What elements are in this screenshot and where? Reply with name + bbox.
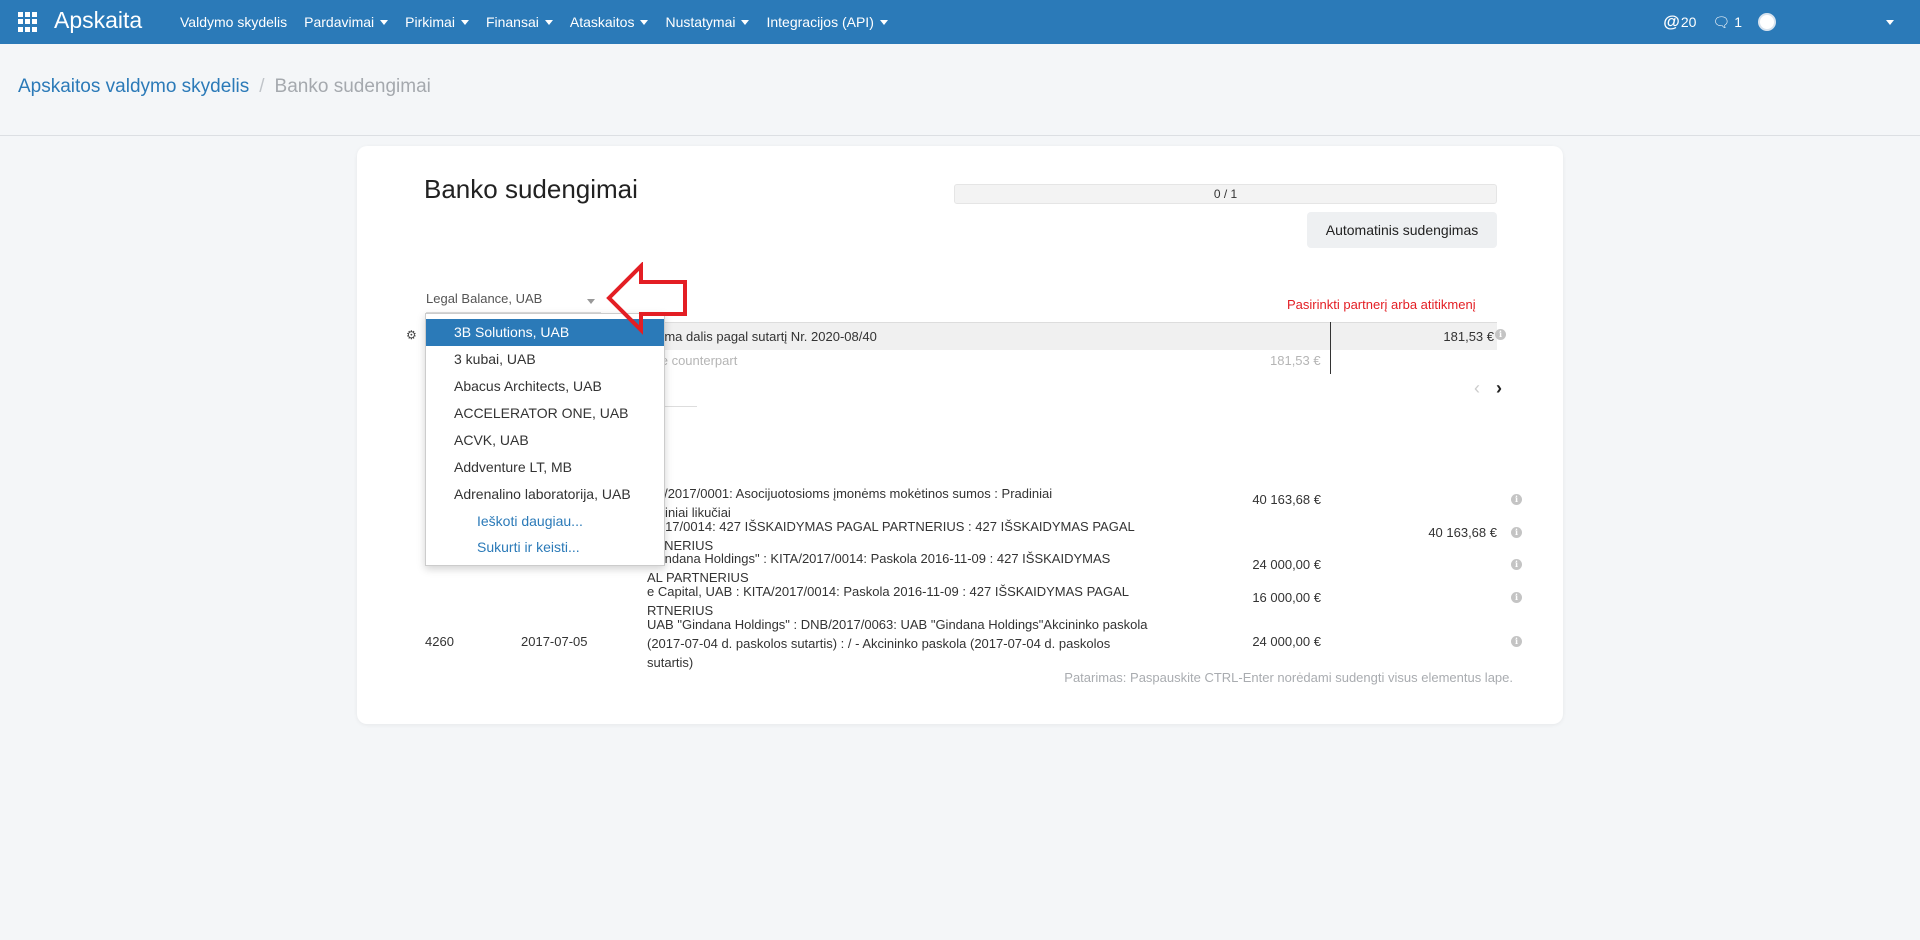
messages-button[interactable]: 🗨 1 xyxy=(1712,14,1742,31)
top-navbar: Apskaita Valdymo skydelis Pardavimai Pirki… xyxy=(0,0,1920,44)
row-debit: 16 000,00 € xyxy=(1252,590,1321,605)
partner-option[interactable]: ACVK, UAB xyxy=(426,427,664,454)
gear-icon[interactable]: ⚙ xyxy=(406,328,417,342)
partner-warning: Pasirinkti partnerį arba atitikmenį xyxy=(1287,297,1476,312)
avatar xyxy=(1758,13,1776,31)
auto-reconcile-button[interactable]: Automatinis sudengimas xyxy=(1307,212,1497,248)
page-title: Banko sudengimai xyxy=(424,174,638,204)
menu-item-ataskaitos[interactable]: Ataskaitos xyxy=(570,14,649,30)
menu-item-nustatymai[interactable]: Nustatymai xyxy=(665,14,750,30)
breadcrumb-bar: Apskaitos valdymo skydelis / Banko suden… xyxy=(0,44,1920,136)
messages-count: 1 xyxy=(1734,14,1742,30)
row-credit: 40 163,68 € xyxy=(1428,525,1497,540)
breadcrumb-dashboard-link[interactable]: Apskaitos valdymo skydelis xyxy=(18,76,249,98)
chevron-down-icon xyxy=(1886,20,1894,25)
info-icon[interactable]: i xyxy=(1495,329,1506,340)
menu-item-integracijos-api[interactable]: Integracijos (API) xyxy=(766,14,888,30)
menu-item-label: Finansai xyxy=(485,14,539,30)
info-icon[interactable]: i xyxy=(1511,636,1522,647)
menu-item-label: Pirkimai xyxy=(405,14,455,30)
partner-option[interactable]: 3 kubai, UAB xyxy=(426,346,664,373)
annotation-arrow-icon xyxy=(606,262,687,335)
row-description: UAB "Gindana Holdings" : DNB/2017/0063: … xyxy=(647,617,1148,670)
partner-select[interactable]: Legal Balance, UAB xyxy=(426,291,601,313)
row-id: 4260 xyxy=(425,634,454,649)
menu-item-label: Nustatymai xyxy=(665,14,736,30)
chat-icon: 🗨 xyxy=(1712,13,1731,30)
partner-dropdown: 3B Solutions, UAB 3 kubai, UAB Abacus Arch… xyxy=(425,313,665,566)
counterpart-amount: 181,53 € xyxy=(1270,353,1321,368)
row-debit: 24 000,00 € xyxy=(1252,557,1321,572)
chevron-down-icon xyxy=(460,20,469,25)
chevron-down-icon xyxy=(380,20,389,25)
row-date: 2017-07-05 xyxy=(521,634,588,649)
partner-option[interactable]: ACCELERATOR ONE, UAB xyxy=(426,400,664,427)
row-debit: 24 000,00 € xyxy=(1252,634,1321,649)
chevron-down-icon xyxy=(879,20,888,25)
menu-item-label: Valdymo skydelis xyxy=(180,14,288,30)
column-divider xyxy=(1330,322,1331,374)
user-menu[interactable] xyxy=(1758,13,1904,31)
chevron-left-icon[interactable]: ‹ xyxy=(1474,378,1480,399)
at-icon: @ xyxy=(1663,12,1680,31)
navbar-right: @ 20 🗨 1 xyxy=(1663,0,1920,44)
brand-logo[interactable]: Apskaita xyxy=(54,7,142,34)
info-icon[interactable]: i xyxy=(1511,494,1522,505)
partner-select-value: Legal Balance, UAB xyxy=(426,291,543,306)
menu-item-label: Pardavimai xyxy=(304,14,375,30)
partner-option[interactable]: Addventure LT, MB xyxy=(426,454,664,481)
breadcrumb-separator: / xyxy=(259,76,265,97)
info-icon[interactable]: i xyxy=(1511,559,1522,570)
info-icon[interactable]: i xyxy=(1511,527,1522,538)
partner-option[interactable]: Abacus Architects, UAB xyxy=(426,373,664,400)
info-icon[interactable]: i xyxy=(1511,592,1522,603)
table-row[interactable]: e Capital, UAB : KITA/2017/0014: Paskola… xyxy=(425,582,1522,618)
main-menu: Valdymo skydelis Pardavimai Pirkimai Finans… xyxy=(180,0,905,44)
row-debit: 40 163,68 € xyxy=(1252,492,1321,507)
breadcrumb-current: Banko sudengimai xyxy=(274,76,431,97)
chevron-down-icon xyxy=(640,20,649,25)
keyboard-tip: Patarimas: Paspauskite CTRL-Enter norėda… xyxy=(1064,670,1513,685)
menu-item-pardavimai[interactable]: Pardavimai xyxy=(304,14,389,30)
menu-item-valdymo-skydelis[interactable]: Valdymo skydelis xyxy=(180,14,287,30)
partner-option[interactable]: Adrenalino laboratorija, UAB xyxy=(426,481,664,508)
menu-item-label: Ataskaitos xyxy=(569,14,635,30)
menu-item-finansai[interactable]: Finansai xyxy=(486,14,553,30)
table-row[interactable]: 4260 2017-07-05 UAB "Gindana Holdings" : D… xyxy=(425,615,1522,673)
chevron-right-icon[interactable]: › xyxy=(1496,378,1502,399)
search-more-link[interactable]: Ieškoti daugiau... xyxy=(426,508,664,534)
statement-line-amount: 181,53 € xyxy=(1443,329,1494,344)
menu-item-label: Integracijos (API) xyxy=(766,14,874,30)
breadcrumb: Apskaitos valdymo skydelis / Banko suden… xyxy=(18,76,431,98)
mentions-button[interactable]: @ 20 xyxy=(1663,12,1696,32)
mentions-count: 20 xyxy=(1680,14,1697,30)
create-edit-link[interactable]: Sukurti ir keisti... xyxy=(426,534,664,560)
progress-bar: 0 / 1 xyxy=(954,184,1497,204)
chevron-down-icon xyxy=(741,20,750,25)
chevron-down-icon xyxy=(544,20,553,25)
apps-grid-icon[interactable] xyxy=(18,12,38,32)
chevron-down-icon xyxy=(587,299,595,304)
menu-item-pirkimai[interactable]: Pirkimai xyxy=(405,14,469,30)
